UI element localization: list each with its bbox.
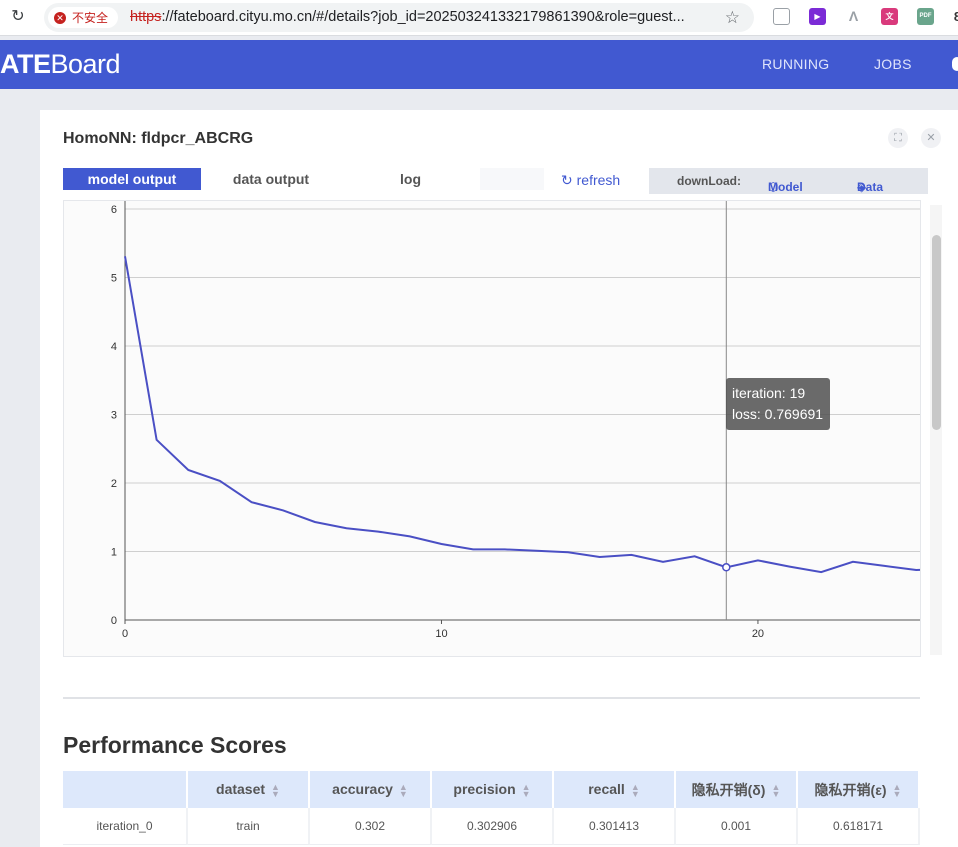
col-header-index — [63, 771, 188, 808]
pdf-icon[interactable]: PDF — [917, 8, 934, 25]
close-icon[interactable]: ✕ — [921, 128, 941, 148]
nav-jobs[interactable]: JOBS — [874, 40, 912, 89]
nav-running[interactable]: RUNNING — [762, 40, 829, 89]
sort-icon[interactable]: ▲ ▼ — [893, 782, 902, 798]
app-header: ATEBoard RUNNING JOBS — [0, 40, 958, 89]
tab-spacer — [480, 168, 544, 190]
table-cell: 0.301413 — [554, 808, 676, 845]
fullscreen-icon[interactable]: ⛶ — [888, 128, 908, 148]
sort-icon[interactable]: ▲ ▼ — [631, 782, 640, 798]
col-header-recall[interactable]: recall ▲ ▼ — [554, 771, 676, 808]
y-tick-label: 2 — [111, 478, 117, 490]
performance-table: dataset ▲ ▼ accuracy ▲ ▼ precision ▲ ▼ recall ▲… — [63, 771, 920, 845]
security-badge[interactable]: ✕ 不安全 — [48, 7, 119, 28]
download-data-label: Data — [857, 180, 884, 194]
sort-icon[interactable]: ▲ ▼ — [271, 782, 280, 798]
col-header-accuracy[interactable]: accuracy ▲ ▼ — [310, 771, 432, 808]
logo-rest: Board — [50, 49, 121, 79]
chart-tooltip: iteration: 19 loss: 0.769691 — [726, 378, 830, 430]
sort-icon[interactable]: ▲ ▼ — [522, 782, 531, 798]
sort-icon[interactable]: ▲ ▼ — [771, 782, 780, 798]
tooltip-iteration: iteration: 19 — [732, 385, 806, 401]
extensions-icon[interactable]: 8 — [949, 8, 958, 25]
highlighted-point — [722, 563, 731, 572]
download-label: downLoad: — [677, 174, 741, 188]
table-cell: 0.001 — [676, 808, 798, 845]
y-tick-label: 4 — [111, 341, 117, 353]
x-tick-label: 10 — [435, 628, 447, 640]
col-header-privacy-delta[interactable]: 隐私开销(δ) ▲ ▼ — [676, 771, 798, 808]
security-label: 不安全 — [72, 11, 109, 25]
table-cell: 0.302 — [310, 808, 432, 845]
x-tick-label: 20 — [752, 628, 764, 640]
warning-icon: ✕ — [54, 11, 66, 24]
url-text[interactable]: https://fateboard.cityu.mo.cn/#/details?… — [130, 3, 720, 32]
col-header-dataset[interactable]: dataset ▲ ▼ — [188, 771, 310, 808]
table-header-row: dataset ▲ ▼ accuracy ▲ ▼ precision ▲ ▼ recall ▲… — [63, 771, 920, 808]
tab-data-output[interactable]: data output — [201, 168, 341, 190]
extension-a-icon[interactable]: Λ — [845, 8, 862, 25]
y-tick-label: 3 — [111, 410, 117, 422]
play-icon[interactable]: ▶ — [809, 8, 826, 25]
refresh-label: refresh — [576, 172, 621, 188]
table-cell: iteration_0 — [63, 808, 188, 845]
col-header-precision[interactable]: precision ▲ ▼ — [432, 771, 554, 808]
table-cell: 0.618171 — [798, 808, 920, 845]
y-tick-label: 0 — [111, 615, 117, 627]
col-header-privacy-epsilon[interactable]: 隐私开销(ε) ▲ ▼ — [798, 771, 920, 808]
table-cell: 0.302906 — [432, 808, 554, 845]
table-row: iteration_0 train 0.302 0.302906 0.30141… — [63, 808, 920, 845]
browser-toolbar: ↻ ✕ 不安全 https://fateboard.cityu.mo.cn/#/… — [0, 0, 958, 36]
panel-title: HomoNN: fldpcr_ABCRG — [63, 130, 254, 147]
col-label: dataset — [216, 781, 266, 798]
table-cell: train — [188, 808, 310, 845]
translate-icon[interactable]: 文 — [881, 8, 898, 25]
refresh-icon: ↻ — [561, 172, 573, 188]
download-model-label: Model — [768, 180, 803, 194]
logo-bold: ATE — [0, 49, 51, 79]
col-label: accuracy — [332, 781, 393, 798]
sort-icon[interactable]: ▲ ▼ — [399, 782, 408, 798]
col-label: precision — [453, 781, 516, 798]
performance-title: Performance Scores — [63, 732, 287, 758]
url-rest: ://fateboard.cityu.mo.cn/#/details?job_i… — [161, 9, 685, 25]
tooltip-loss: loss: 0.769691 — [732, 406, 824, 422]
reload-icon[interactable]: ↻ — [8, 7, 28, 27]
address-bar[interactable]: ✕ 不安全 https://fateboard.cityu.mo.cn/#/de… — [44, 3, 754, 32]
y-tick-label: 5 — [111, 273, 117, 285]
tab-log[interactable]: log — [341, 168, 480, 190]
refresh-button[interactable]: ↻ refresh — [561, 172, 620, 189]
document-icon[interactable] — [773, 8, 790, 25]
y-tick-label: 6 — [111, 204, 117, 216]
user-icon[interactable] — [952, 57, 958, 71]
y-tick-label: 1 — [111, 547, 117, 559]
download-bar: downLoad: ⬡ Model ◈ Data — [649, 168, 928, 194]
bookmark-star-icon[interactable]: ☆ — [725, 8, 740, 28]
tab-model-output[interactable]: model output — [63, 168, 201, 190]
url-protocol: https — [130, 9, 162, 25]
section-divider — [63, 697, 920, 699]
col-label: 隐私开销(δ) — [691, 781, 766, 798]
app-logo[interactable]: ATEBoard — [0, 40, 121, 89]
chart-scrollbar-thumb[interactable] — [932, 235, 941, 430]
x-tick-label: 0 — [122, 628, 128, 640]
col-label: recall — [588, 781, 625, 798]
col-label: 隐私开销(ε) — [814, 781, 887, 798]
